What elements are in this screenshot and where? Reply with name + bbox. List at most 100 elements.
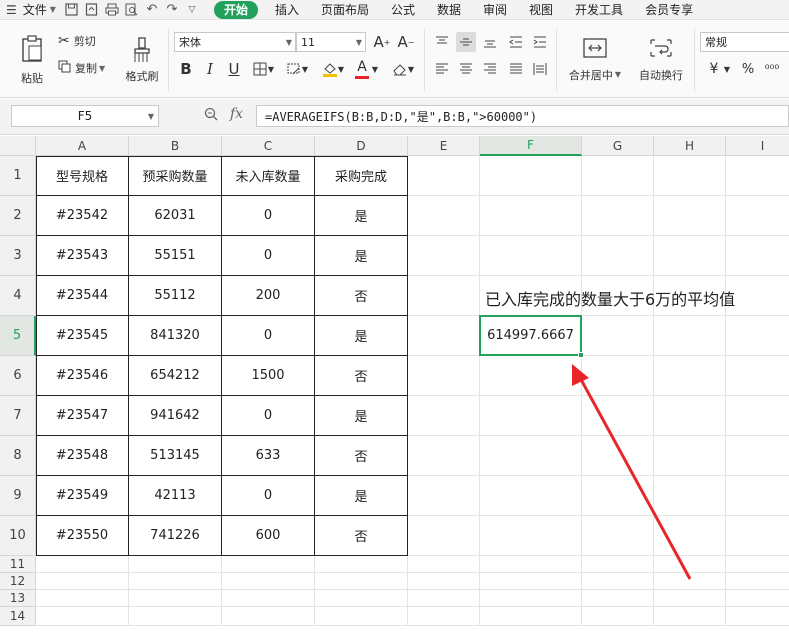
grid-cell[interactable] [726, 516, 789, 556]
table-cell[interactable]: 62031 [129, 196, 222, 236]
table-cell[interactable]: #23545 [36, 316, 129, 356]
row-header-3[interactable]: 3 [0, 236, 36, 276]
table-cell[interactable]: #23548 [36, 436, 129, 476]
grid-cell[interactable] [726, 156, 789, 196]
grid-cell[interactable] [582, 196, 654, 236]
grid-cell[interactable] [582, 573, 654, 590]
grid-cell[interactable] [726, 590, 789, 607]
grid-cell[interactable] [726, 436, 789, 476]
grid-cell[interactable] [480, 396, 582, 436]
grid-cell[interactable] [222, 590, 315, 607]
grid-cell[interactable] [408, 436, 480, 476]
grid-cell[interactable] [129, 607, 222, 626]
grid-cell[interactable] [654, 573, 726, 590]
font-size-select[interactable]: 11 ▼ [296, 32, 366, 52]
align-center-icon[interactable] [456, 59, 476, 79]
grid-cell[interactable] [36, 573, 129, 590]
table-cell[interactable]: #23544 [36, 276, 129, 316]
grid-cell[interactable] [36, 607, 129, 626]
grid-cell[interactable] [408, 476, 480, 516]
align-left-icon[interactable] [432, 59, 452, 79]
thousands-separator-button[interactable]: ⁰⁰⁰ [762, 59, 782, 79]
row-header-5[interactable]: 5 [0, 316, 36, 356]
selected-cell-f5[interactable]: 614997.6667 [479, 315, 582, 356]
table-cell[interactable]: 否 [315, 516, 408, 556]
grid-cell[interactable] [480, 607, 582, 626]
grid-cell[interactable] [36, 556, 129, 573]
grid-cell[interactable] [582, 156, 654, 196]
tab-developer[interactable]: 开发工具 [564, 0, 634, 20]
table-cell[interactable]: 600 [222, 516, 315, 556]
grid-cell[interactable] [222, 607, 315, 626]
distributed-align-icon[interactable] [530, 59, 550, 79]
chevron-down-icon[interactable]: ▼ [370, 59, 380, 79]
grid-cell[interactable] [408, 607, 480, 626]
grid-cell[interactable] [480, 156, 582, 196]
grid-cell[interactable] [654, 156, 726, 196]
grid-cell[interactable] [408, 236, 480, 276]
grid-cell[interactable] [480, 590, 582, 607]
column-header-a[interactable]: A [36, 136, 129, 156]
font-name-select[interactable]: 宋体 ▼ [174, 32, 296, 52]
grid-cell[interactable] [726, 356, 789, 396]
table-cell[interactable]: #23550 [36, 516, 129, 556]
tab-view[interactable]: 视图 [518, 0, 564, 20]
grid-cell[interactable] [408, 196, 480, 236]
table-cell[interactable]: #23542 [36, 196, 129, 236]
row-header-4[interactable]: 4 [0, 276, 36, 316]
grid-cell[interactable] [654, 516, 726, 556]
grid-cell[interactable] [408, 516, 480, 556]
row-header-7[interactable]: 7 [0, 396, 36, 436]
undo-icon[interactable]: ↶ [142, 0, 162, 20]
indent-decrease-icon[interactable] [506, 32, 526, 52]
file-menu[interactable]: ☰ 文件 ▼ [0, 0, 62, 20]
grid-cell[interactable] [315, 556, 408, 573]
table-header-cell[interactable]: 采购完成 [315, 156, 408, 196]
table-cell[interactable]: #23547 [36, 396, 129, 436]
grid-cell[interactable] [726, 607, 789, 626]
format-painter-button[interactable]: 格式刷 [120, 29, 164, 91]
tab-page-layout[interactable]: 页面布局 [310, 0, 380, 20]
grid-cell[interactable] [582, 236, 654, 276]
grid-cell[interactable] [726, 276, 789, 316]
grid-cell[interactable] [480, 556, 582, 573]
chevron-down-icon[interactable]: ▼ [406, 59, 416, 79]
grid-cell[interactable] [654, 356, 726, 396]
table-cell[interactable]: 是 [315, 476, 408, 516]
merge-center-button[interactable]: 合并居中 ▼ [564, 31, 626, 89]
grid-cell[interactable] [582, 607, 654, 626]
column-header-d[interactable]: D [315, 136, 408, 156]
table-cell[interactable]: 否 [315, 436, 408, 476]
table-cell[interactable]: 654212 [129, 356, 222, 396]
row-header-14[interactable]: 14 [0, 607, 36, 626]
grid-cell[interactable] [726, 316, 789, 356]
magnifier-icon[interactable] [204, 107, 218, 125]
table-cell[interactable]: #23546 [36, 356, 129, 396]
grid-cell[interactable] [654, 556, 726, 573]
grid-cell[interactable] [129, 590, 222, 607]
table-cell[interactable]: 513145 [129, 436, 222, 476]
grid-cell[interactable] [408, 590, 480, 607]
export-icon[interactable] [82, 0, 102, 20]
save-icon[interactable] [62, 0, 82, 20]
table-cell[interactable]: 741226 [129, 516, 222, 556]
table-cell[interactable]: 633 [222, 436, 315, 476]
row-header-11[interactable]: 11 [0, 556, 36, 573]
align-right-icon[interactable] [480, 59, 500, 79]
grid-cell[interactable] [654, 436, 726, 476]
grid-cell[interactable] [480, 573, 582, 590]
percent-button[interactable]: % [738, 59, 758, 79]
grid-cell[interactable] [726, 476, 789, 516]
grid-cell[interactable] [654, 196, 726, 236]
align-top-icon[interactable] [432, 32, 452, 52]
row-header-6[interactable]: 6 [0, 356, 36, 396]
print-icon[interactable] [102, 0, 122, 20]
column-header-c[interactable]: C [222, 136, 315, 156]
chevron-down-icon[interactable]: ▼ [266, 59, 276, 79]
table-cell[interactable]: 0 [222, 316, 315, 356]
grid-cell[interactable] [408, 356, 480, 396]
grid-cell[interactable] [480, 476, 582, 516]
grid-cell[interactable] [480, 356, 582, 396]
table-header-cell[interactable]: 未入库数量 [222, 156, 315, 196]
grid-cell[interactable] [408, 556, 480, 573]
